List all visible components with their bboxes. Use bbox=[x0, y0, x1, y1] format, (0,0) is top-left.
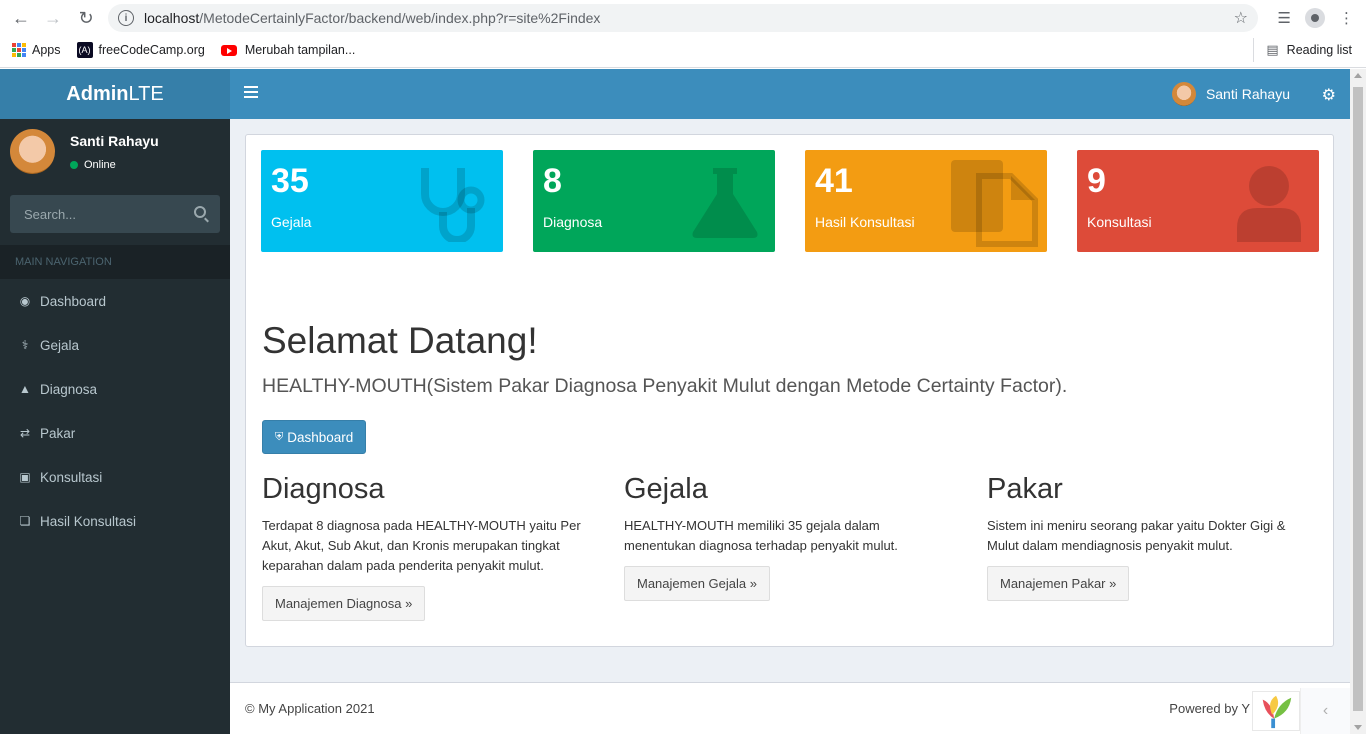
column-diagnosa: Diagnosa Terdapat 8 diagnosa pada HEALTH… bbox=[262, 473, 592, 621]
manage-pakar-button[interactable]: Manajemen Pakar » bbox=[987, 566, 1130, 601]
bookmarks-bar: Apps (A) freeCodeCamp.org Merubah tampil… bbox=[0, 38, 1366, 62]
files-icon bbox=[951, 160, 1038, 247]
sidebar-item-dashboard[interactable]: ◉ Dashboard bbox=[0, 279, 230, 323]
site-info-icon[interactable]: i bbox=[118, 10, 134, 26]
stethoscope-icon: ⚕ bbox=[21, 338, 29, 352]
scroll-down-icon[interactable] bbox=[1354, 725, 1362, 730]
bookmark-apps[interactable]: Apps bbox=[12, 43, 61, 57]
chevron-left-icon[interactable]: ‹ bbox=[1300, 688, 1350, 734]
copyright: © My Application 2021 bbox=[245, 701, 375, 716]
freecodecamp-icon: (A) bbox=[76, 42, 93, 58]
column-title: Gejala bbox=[624, 473, 708, 505]
manage-diagnosa-button[interactable]: Manajemen Diagnosa » bbox=[262, 586, 426, 621]
tile-diagnosa[interactable]: 8 Diagnosa bbox=[533, 150, 775, 252]
logo[interactable]: Admin LTE bbox=[0, 69, 230, 119]
random-icon: ⇄ bbox=[19, 426, 31, 440]
user-name: Santi Rahayu bbox=[70, 133, 159, 149]
tile-hasil-konsultasi[interactable]: 41 Hasil Konsultasi bbox=[805, 150, 1047, 252]
page-title: Selamat Datang! bbox=[262, 320, 538, 361]
youtube-icon bbox=[220, 44, 237, 56]
user-status: Online bbox=[70, 159, 116, 171]
menu-kebab-icon[interactable]: ⋮ bbox=[1339, 9, 1354, 27]
admin-app: Admin LTE Santi Rahayu ⚙ Santi Rahayu Onl… bbox=[0, 69, 1350, 734]
back-icon[interactable]: ← bbox=[9, 7, 33, 29]
lead-text: HEALTHY-MOUTH(Sistem Pakar Diagnosa Peny… bbox=[262, 375, 1068, 397]
avatar bbox=[1171, 82, 1196, 106]
online-dot-icon bbox=[70, 161, 78, 169]
sidebar-item-pakar[interactable]: ⇄ Pakar bbox=[0, 411, 230, 455]
main-box: 35 Gejala 8 Diagnosa 41 Hasil Konsultasi bbox=[245, 134, 1334, 647]
sidebar-search[interactable]: Search... bbox=[10, 195, 220, 233]
tile-konsultasi[interactable]: 9 Konsultasi bbox=[1077, 150, 1319, 252]
flask-icon bbox=[692, 168, 758, 238]
dashboard-button[interactable]: ⛨ Dashboard bbox=[262, 420, 367, 454]
column-text: Terdapat 8 diagnosa pada HEALTHY-MOUTH y… bbox=[262, 518, 581, 573]
top-navbar: Santi Rahayu ⚙ bbox=[230, 69, 1350, 119]
sidebar: Santi Rahayu Online Search... MAIN NAVIG… bbox=[0, 119, 230, 734]
column-text: HEALTHY-MOUTH memiliki 35 gejala dalam m… bbox=[624, 518, 898, 553]
user-avatar bbox=[10, 129, 55, 174]
dashboard-icon: ◉ bbox=[19, 294, 31, 308]
bookmark-freecodecamp[interactable]: (A) freeCodeCamp.org bbox=[76, 42, 205, 58]
shield-icon: ⛨ bbox=[275, 430, 284, 443]
cogs-icon[interactable]: ⚙ bbox=[1322, 85, 1336, 105]
sidebar-toggle-icon[interactable] bbox=[244, 86, 258, 98]
profile-icon[interactable] bbox=[1305, 8, 1325, 28]
medkit-icon: ▣ bbox=[19, 470, 31, 484]
sidebar-item-konsultasi[interactable]: ▣ Konsultasi bbox=[0, 455, 230, 499]
address-bar[interactable]: i localhost/MetodeCertainlyFactor/backen… bbox=[108, 4, 1258, 32]
yii-logo-icon[interactable] bbox=[1252, 691, 1300, 731]
apps-grid-icon bbox=[12, 43, 26, 57]
powered-by: Powered by Y bbox=[1169, 701, 1250, 716]
bookmark-youtube[interactable]: Merubah tampilan... bbox=[220, 43, 355, 57]
reading-list[interactable]: ▤ Reading list bbox=[1253, 38, 1352, 62]
sidebar-item-gejala[interactable]: ⚕ Gejala bbox=[0, 323, 230, 367]
bookmark-star-icon[interactable]: ☆ bbox=[1234, 8, 1248, 28]
scrollbar-thumb[interactable] bbox=[1353, 87, 1363, 711]
page-scrollbar[interactable] bbox=[1350, 69, 1366, 734]
user-menu[interactable]: Santi Rahayu bbox=[1171, 82, 1290, 106]
user-panel: Santi Rahayu Online bbox=[0, 119, 230, 189]
main-navigation-header: MAIN NAVIGATION bbox=[0, 245, 230, 279]
user-icon bbox=[1237, 166, 1301, 242]
forward-icon[interactable]: → bbox=[41, 7, 65, 29]
flask-icon: ▲ bbox=[19, 382, 31, 396]
url-text: localhost/MetodeCertainlyFactor/backend/… bbox=[144, 10, 601, 26]
scroll-up-icon[interactable] bbox=[1354, 73, 1362, 78]
content-wrapper: 35 Gejala 8 Diagnosa 41 Hasil Konsultasi bbox=[230, 119, 1350, 682]
files-icon: ❏ bbox=[19, 514, 31, 528]
search-input[interactable]: Search... bbox=[24, 207, 76, 222]
sidebar-item-diagnosa[interactable]: ▲ Diagnosa bbox=[0, 367, 230, 411]
media-queue-icon[interactable]: ☰ bbox=[1278, 9, 1291, 27]
sidebar-item-hasil-konsultasi[interactable]: ❏ Hasil Konsultasi bbox=[0, 499, 230, 543]
column-gejala: Gejala HEALTHY-MOUTH memiliki 35 gejala … bbox=[624, 473, 954, 601]
reading-list-icon: ▤ bbox=[1266, 42, 1279, 57]
reload-icon[interactable]: ↻ bbox=[74, 7, 98, 29]
search-icon[interactable] bbox=[194, 206, 206, 218]
column-pakar: Pakar Sistem ini meniru seorang pakar ya… bbox=[987, 473, 1317, 601]
manage-gejala-button[interactable]: Manajemen Gejala » bbox=[624, 566, 770, 601]
column-title: Pakar bbox=[987, 473, 1063, 505]
column-text: Sistem ini meniru seorang pakar yaitu Do… bbox=[987, 518, 1286, 553]
footer: © My Application 2021 Powered by Y ‹ bbox=[230, 682, 1350, 734]
tile-gejala[interactable]: 35 Gejala bbox=[261, 150, 503, 252]
stethoscope-icon bbox=[421, 168, 485, 242]
column-title: Diagnosa bbox=[262, 473, 385, 505]
browser-chrome: ← → ↻ i localhost/MetodeCertainlyFactor/… bbox=[0, 0, 1366, 68]
